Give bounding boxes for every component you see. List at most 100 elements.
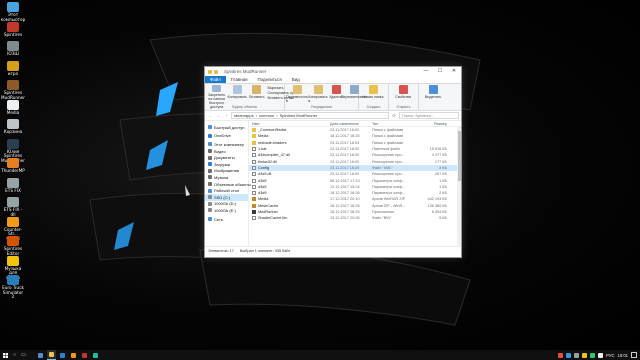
desktop-icon[interactable]: ETS FIX — [1, 177, 25, 194]
file-size: 2 КБ — [439, 191, 447, 196]
tray-icon[interactable] — [590, 352, 596, 358]
column-size[interactable]: Размер — [420, 122, 450, 126]
search-input[interactable]: Поиск: Spintires... — [399, 112, 459, 119]
nav-item[interactable]: Видео — [205, 148, 248, 155]
taskbar-app-button[interactable] — [58, 350, 67, 360]
minimize-button[interactable]: — — [419, 67, 433, 76]
nav-item[interactable]: OneDrive — [205, 133, 248, 140]
file-size: 1 КБ — [439, 178, 447, 183]
desktop-icon[interactable]: ETS FIX - dll — [1, 197, 25, 217]
nav-item[interactable]: Рабочий стол — [205, 187, 248, 194]
file-type: Архив WinRAR ZIP — [372, 197, 406, 202]
file-date: 12.12.2017 15:04 — [330, 184, 360, 189]
chevron-right-icon: › — [255, 113, 257, 118]
file-name: ShaderCache.bin — [258, 216, 288, 221]
close-button[interactable]: ✕ — [447, 67, 461, 76]
breadcrumb-1[interactable]: steamapps — [234, 113, 254, 118]
delete-icon — [331, 85, 341, 94]
app-icon — [82, 352, 87, 358]
taskbar-app-button[interactable] — [69, 350, 78, 360]
desktop-shortcut-icon — [7, 177, 19, 188]
file-name-cell: d3d9.dll — [252, 172, 330, 177]
tab-file[interactable]: Файл — [205, 76, 226, 83]
tray-icon[interactable] — [574, 352, 580, 358]
nav-item-icon — [208, 217, 212, 222]
column-date[interactable]: Дата изменения — [330, 122, 372, 126]
maximize-button[interactable]: ☐ — [433, 67, 447, 76]
tray-icon[interactable] — [558, 352, 564, 358]
breadcrumb-2[interactable]: common — [259, 113, 274, 118]
taskbar-app-button[interactable] — [36, 350, 45, 360]
title-bar[interactable]: Spintires MudRunner — ☐ ✕ — [205, 67, 461, 76]
nav-item[interactable]: Изображения — [205, 168, 248, 175]
clipboard-group-label: Буфер обмена — [232, 105, 257, 109]
nav-item-icon — [208, 125, 212, 130]
file-date: 18.12.2017 18:26 — [330, 134, 360, 139]
tab-home[interactable]: Главная — [226, 76, 253, 83]
move-to-label: Переместить в — [285, 95, 309, 103]
nav-item[interactable]: Объемные объекты — [205, 181, 251, 188]
vertical-scrollbar[interactable] — [457, 127, 461, 246]
nav-item[interactable]: 1000Gb (E:) — [205, 207, 248, 214]
quick-access-toolbar[interactable] — [208, 69, 218, 74]
tab-share[interactable]: Поделиться — [253, 76, 287, 83]
nav-item-icon — [208, 142, 212, 147]
paste-label: Вставить — [249, 95, 265, 99]
desktop-icon[interactable]: Этот компьютер — [1, 2, 25, 22]
file-name: MeshCache — [258, 203, 279, 208]
desktop-icon[interactable]: Euro Truck Simulator 2 — [1, 275, 25, 300]
back-arrow-icon[interactable]: ← — [207, 113, 213, 118]
tray-icon[interactable] — [598, 352, 604, 358]
clock[interactable]: 18:01 — [618, 353, 628, 358]
file-type: Параметры конф... — [372, 191, 406, 196]
tray-icon[interactable] — [566, 352, 572, 358]
task-view-icon[interactable]: ▭ — [19, 352, 28, 358]
select-button[interactable]: Выделить — [422, 85, 444, 109]
desktop-icon[interactable]: Spintires — [1, 21, 25, 38]
forward-arrow-icon[interactable]: → — [215, 113, 221, 118]
start-button[interactable] — [0, 350, 10, 360]
open-group: Свойства Открыть — [389, 84, 419, 110]
desktop-icon[interactable]: Spintires Editor — [1, 236, 25, 256]
taskbar-app-button[interactable] — [47, 350, 56, 360]
scroll-thumb[interactable] — [457, 131, 461, 181]
nav-item[interactable]: Сеть — [205, 216, 248, 223]
taskbar-app-button[interactable] — [80, 350, 89, 360]
nav-item[interactable]: Музыка — [205, 174, 248, 181]
breadcrumb-3[interactable]: Spintires MudRunner — [280, 113, 318, 118]
copy-to-icon — [313, 85, 323, 94]
notifications-icon[interactable] — [631, 352, 637, 358]
nav-item[interactable]: Документы — [205, 154, 248, 161]
address-bar[interactable]: steamapps › common › Spintires MudRunner — [231, 112, 389, 119]
desktop-icon[interactable]: ЮЗШ — [1, 41, 25, 57]
nav-item[interactable]: SSD (C:) — [205, 193, 248, 201]
refresh-icon[interactable]: ⟳ — [391, 113, 397, 118]
file-size: 136 380 КБ — [427, 203, 447, 208]
nav-item[interactable]: Этот компьютер — [205, 141, 248, 148]
desktop-icon[interactable]: Media — [1, 99, 25, 116]
file-row[interactable]: ShaderCache.bin 13.12.2017 20:05 Файл "BIN… — [249, 215, 461, 221]
nav-item[interactable]: Быстрый доступ — [205, 124, 248, 131]
desktop-icon[interactable]: ThunderMP — [1, 158, 25, 174]
desktop-icon[interactable]: Корзина — [1, 119, 25, 135]
nav-item[interactable]: Загрузки — [205, 161, 248, 168]
language-indicator[interactable]: РУС — [606, 353, 614, 358]
file-type: Расширение при... — [372, 153, 405, 158]
tray-icon[interactable] — [582, 352, 588, 358]
nav-item[interactable]: 1000Gb (D:) — [205, 201, 248, 208]
up-arrow-icon[interactable]: ↑ — [223, 113, 229, 118]
search-icon[interactable]: ○ — [10, 352, 19, 358]
column-name[interactable]: Имя — [252, 122, 330, 126]
desktop-icon[interactable]: Spintires MudRunner — [1, 80, 25, 100]
column-type[interactable]: Тип — [372, 122, 420, 126]
taskbar-app-button[interactable] — [91, 350, 100, 360]
file-name: Config — [258, 165, 269, 170]
desktop-icon[interactable]: игра — [1, 60, 25, 77]
file-type: Папка с файлами — [372, 128, 404, 133]
file-explorer-window[interactable]: Spintires MudRunner — ☐ ✕ Файл Главная П… — [204, 66, 462, 258]
tab-view[interactable]: Вид — [287, 76, 305, 83]
save-icon[interactable] — [214, 69, 218, 74]
file-size: 6 554 КБ — [431, 210, 447, 214]
move-to-icon — [292, 85, 302, 94]
file-icon — [252, 159, 256, 164]
